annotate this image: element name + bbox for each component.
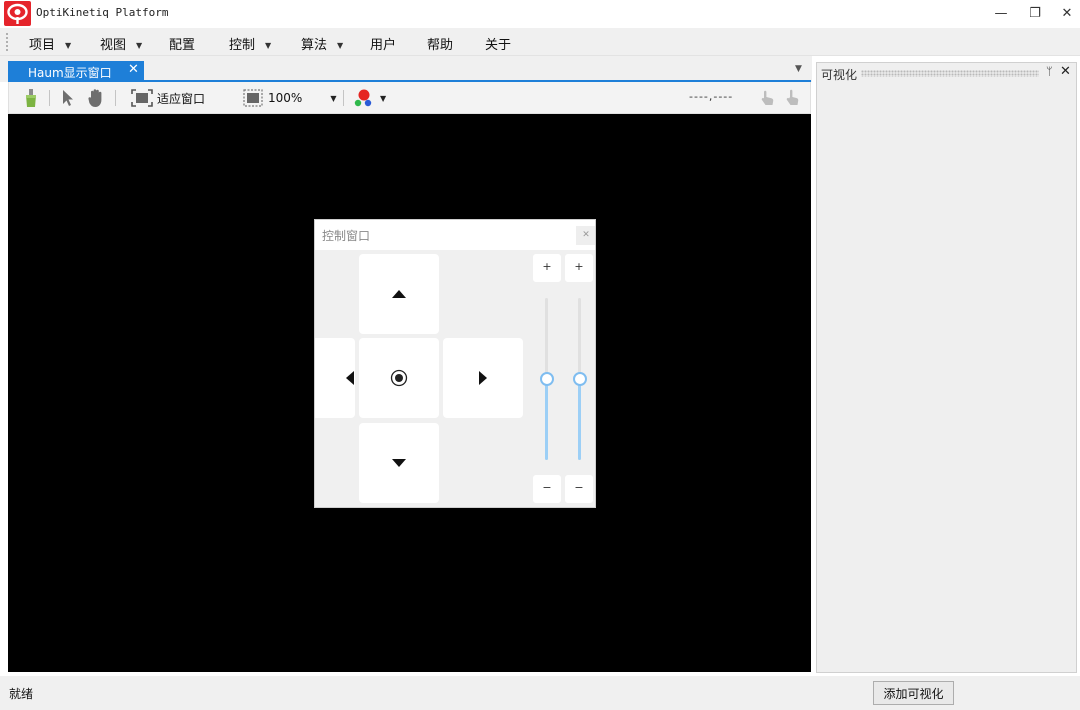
menu-algorithm-label: 算法: [301, 38, 328, 53]
toolbar-separator: [343, 90, 344, 106]
caret-down-icon: ▼: [337, 41, 344, 50]
title-bar: OptiKinetiq Platform — ❐ ✕: [0, 0, 1080, 27]
slider-2-fill: [578, 379, 581, 460]
menu-help-label: 帮助: [427, 38, 454, 53]
menu-config[interactable]: 配置: [169, 34, 195, 53]
arrow-up-icon: [392, 290, 406, 298]
fit-window-button[interactable]: 适应窗口: [131, 88, 205, 108]
move-down-button[interactable]: [359, 423, 439, 503]
document-tab-strip: Haum显示窗口 ✕: [0, 56, 812, 82]
minimize-button[interactable]: —: [984, 0, 1018, 27]
menu-config-label: 配置: [169, 38, 196, 53]
pin-icon[interactable]: ᛘ: [1046, 65, 1053, 78]
tab-haum-display[interactable]: Haum显示窗口 ✕: [8, 61, 144, 82]
brush-icon[interactable]: [23, 88, 39, 108]
arrow-down-icon: [392, 459, 406, 467]
control-window-header[interactable]: 控制窗口 ✕: [315, 220, 595, 250]
fit-window-label: 适应窗口: [157, 91, 206, 106]
add-visualization-button[interactable]: 添加可视化: [873, 681, 954, 705]
caret-down-icon: ▼: [136, 41, 143, 50]
app-title: OptiKinetiq Platform: [36, 6, 169, 19]
menu-control-label: 控制: [229, 38, 256, 53]
dock-close-icon[interactable]: ✕: [1060, 64, 1071, 79]
display-toolbar: 适应窗口 100% ▼ ▼ ----,----: [8, 82, 811, 114]
restore-button[interactable]: ❐: [1018, 0, 1052, 27]
control-window-title: 控制窗口: [322, 229, 371, 243]
slider-2-thumb[interactable]: [573, 372, 587, 386]
zoom-dropdown[interactable]: 100% ▼: [243, 88, 336, 108]
close-window-button[interactable]: ✕: [1050, 0, 1080, 27]
color-dots-icon: [354, 89, 372, 107]
menu-about-label: 关于: [485, 38, 512, 53]
visualization-dock-header[interactable]: 可视化 ᛘ ✕: [817, 63, 1076, 85]
slider-1-decrease-button[interactable]: −: [533, 475, 561, 503]
hand-icon[interactable]: [87, 88, 105, 108]
caret-down-icon: ▼: [265, 41, 272, 50]
menu-project-label: 项目: [29, 38, 56, 53]
caret-down-icon: ▼: [65, 41, 72, 50]
menu-view[interactable]: 视图 ▼: [100, 34, 142, 53]
pointer-icon[interactable]: [61, 88, 75, 108]
visualization-dock-panel: 可视化 ᛘ ✕: [816, 62, 1077, 673]
menu-control[interactable]: 控制 ▼: [229, 34, 271, 53]
menu-project[interactable]: 项目 ▼: [29, 34, 71, 53]
tab-haum-display-label: Haum显示窗口: [28, 66, 112, 80]
menu-user[interactable]: 用户: [370, 34, 396, 53]
color-caret-icon: ▼: [380, 93, 387, 103]
color-map-dropdown[interactable]: ▼: [352, 88, 386, 108]
arrow-left-icon: [346, 371, 354, 385]
app-logo-icon: [4, 1, 31, 26]
tab-list-dropdown-icon[interactable]: ▼: [795, 64, 802, 74]
status-bar: 就绪 添加可视化: [0, 676, 1080, 710]
toolbar-separator: [49, 90, 50, 106]
move-up-button[interactable]: [359, 254, 439, 334]
fit-window-icon: [131, 89, 153, 107]
control-window-close-button[interactable]: ✕: [576, 226, 595, 245]
menu-user-label: 用户: [370, 38, 397, 53]
slider-2-decrease-button[interactable]: −: [565, 475, 593, 503]
toolbar-separator: [115, 90, 116, 106]
slider-1-increase-button[interactable]: +: [533, 254, 561, 282]
gesture-right-icon[interactable]: [784, 88, 800, 108]
center-target-icon: [390, 369, 408, 387]
gesture-left-icon[interactable]: [760, 88, 776, 108]
zoom-caret-icon: ▼: [330, 93, 337, 103]
menu-algorithm[interactable]: 算法 ▼: [301, 34, 343, 53]
slider-1-fill: [545, 379, 548, 460]
menu-grip-handle[interactable]: [6, 33, 8, 51]
dock-drag-grip[interactable]: [861, 70, 1039, 77]
status-text: 就绪: [9, 687, 34, 701]
coordinate-readout: ----,----: [689, 90, 734, 103]
slider-1-thumb[interactable]: [540, 372, 554, 386]
menu-about[interactable]: 关于: [485, 34, 511, 53]
zoom-level: 100%: [268, 91, 303, 105]
slider-2-increase-button[interactable]: +: [565, 254, 593, 282]
tab-close-icon[interactable]: ✕: [128, 62, 139, 77]
visualization-dock-title: 可视化: [821, 68, 858, 82]
zoom-icon: [243, 89, 263, 107]
move-right-button[interactable]: [443, 338, 523, 418]
menu-bar: 项目 ▼ 视图 ▼ 配置 控制 ▼ 算法 ▼ 用户 帮助 关于: [0, 28, 1080, 56]
menu-view-label: 视图: [100, 38, 127, 53]
menu-help[interactable]: 帮助: [427, 34, 453, 53]
center-button[interactable]: [359, 338, 439, 418]
move-left-button[interactable]: [315, 338, 355, 418]
control-window: 控制窗口 ✕ + + − −: [314, 219, 596, 508]
arrow-right-icon: [479, 371, 487, 385]
